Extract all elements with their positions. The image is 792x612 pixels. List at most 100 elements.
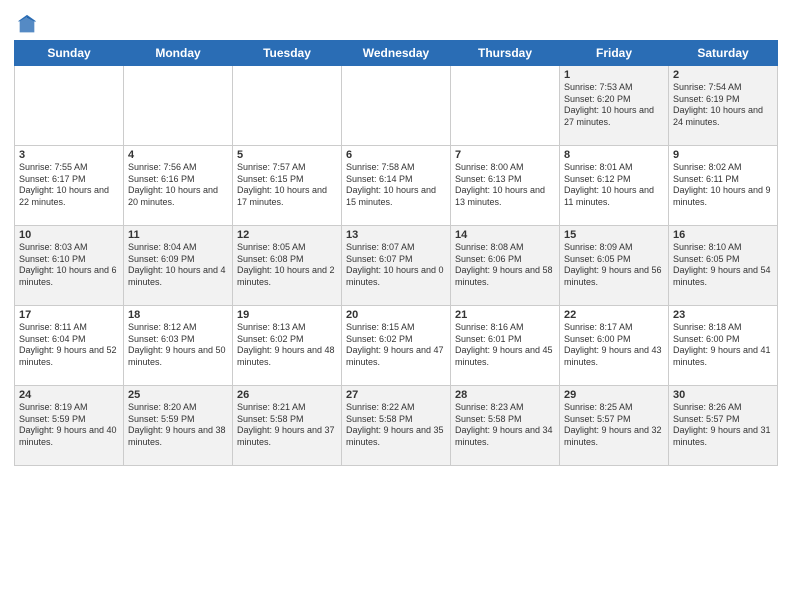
calendar-cell: 15Sunrise: 8:09 AMSunset: 6:05 PMDayligh…: [560, 226, 669, 306]
cell-info: Daylight: 10 hours and 15 minutes.: [346, 185, 446, 208]
day-number: 10: [19, 229, 119, 241]
calendar-cell: [451, 66, 560, 146]
cell-info: Sunrise: 7:55 AM: [19, 162, 119, 174]
cell-info: Daylight: 10 hours and 17 minutes.: [237, 185, 337, 208]
day-number: 20: [346, 309, 446, 321]
cell-info: Sunset: 6:06 PM: [455, 254, 555, 266]
cell-info: Daylight: 10 hours and 22 minutes.: [19, 185, 119, 208]
day-header: Thursday: [451, 41, 560, 66]
header: [14, 10, 778, 36]
cell-info: Sunrise: 7:56 AM: [128, 162, 228, 174]
cell-info: Daylight: 10 hours and 0 minutes.: [346, 265, 446, 288]
day-number: 7: [455, 149, 555, 161]
cell-info: Sunset: 6:00 PM: [673, 334, 773, 346]
cell-info: Sunset: 5:57 PM: [673, 414, 773, 426]
cell-info: Sunset: 5:58 PM: [346, 414, 446, 426]
cell-info: Daylight: 10 hours and 20 minutes.: [128, 185, 228, 208]
calendar-cell: 25Sunrise: 8:20 AMSunset: 5:59 PMDayligh…: [124, 386, 233, 466]
cell-info: Daylight: 10 hours and 13 minutes.: [455, 185, 555, 208]
calendar-cell: 8Sunrise: 8:01 AMSunset: 6:12 PMDaylight…: [560, 146, 669, 226]
cell-info: Daylight: 10 hours and 11 minutes.: [564, 185, 664, 208]
day-header: Friday: [560, 41, 669, 66]
calendar-cell: [124, 66, 233, 146]
cell-info: Sunset: 6:04 PM: [19, 334, 119, 346]
day-number: 15: [564, 229, 664, 241]
cell-info: Daylight: 9 hours and 34 minutes.: [455, 425, 555, 448]
calendar-cell: 13Sunrise: 8:07 AMSunset: 6:07 PMDayligh…: [342, 226, 451, 306]
calendar-cell: 27Sunrise: 8:22 AMSunset: 5:58 PMDayligh…: [342, 386, 451, 466]
day-number: 8: [564, 149, 664, 161]
calendar-cell: 16Sunrise: 8:10 AMSunset: 6:05 PMDayligh…: [669, 226, 778, 306]
cell-info: Sunrise: 7:53 AM: [564, 82, 664, 94]
cell-info: Sunrise: 8:22 AM: [346, 402, 446, 414]
cell-info: Daylight: 9 hours and 43 minutes.: [564, 345, 664, 368]
cell-info: Sunrise: 8:16 AM: [455, 322, 555, 334]
calendar-cell: 7Sunrise: 8:00 AMSunset: 6:13 PMDaylight…: [451, 146, 560, 226]
page-container: SundayMondayTuesdayWednesdayThursdayFrid…: [0, 0, 792, 476]
cell-info: Sunset: 6:13 PM: [455, 174, 555, 186]
day-number: 26: [237, 389, 337, 401]
cell-info: Sunrise: 8:02 AM: [673, 162, 773, 174]
calendar-week-row: 3Sunrise: 7:55 AMSunset: 6:17 PMDaylight…: [15, 146, 778, 226]
calendar-cell: 4Sunrise: 7:56 AMSunset: 6:16 PMDaylight…: [124, 146, 233, 226]
cell-info: Sunset: 6:16 PM: [128, 174, 228, 186]
cell-info: Sunrise: 8:21 AM: [237, 402, 337, 414]
cell-info: Daylight: 9 hours and 31 minutes.: [673, 425, 773, 448]
cell-info: Daylight: 9 hours and 41 minutes.: [673, 345, 773, 368]
calendar-cell: [15, 66, 124, 146]
cell-info: Sunrise: 8:08 AM: [455, 242, 555, 254]
calendar-cell: 3Sunrise: 7:55 AMSunset: 6:17 PMDaylight…: [15, 146, 124, 226]
calendar-table: SundayMondayTuesdayWednesdayThursdayFrid…: [14, 40, 778, 466]
cell-info: Daylight: 9 hours and 40 minutes.: [19, 425, 119, 448]
cell-info: Sunrise: 8:11 AM: [19, 322, 119, 334]
cell-info: Sunrise: 8:26 AM: [673, 402, 773, 414]
cell-info: Daylight: 10 hours and 9 minutes.: [673, 185, 773, 208]
calendar-cell: 17Sunrise: 8:11 AMSunset: 6:04 PMDayligh…: [15, 306, 124, 386]
cell-info: Daylight: 9 hours and 35 minutes.: [346, 425, 446, 448]
cell-info: Sunset: 6:07 PM: [346, 254, 446, 266]
cell-info: Sunset: 6:14 PM: [346, 174, 446, 186]
calendar-week-row: 10Sunrise: 8:03 AMSunset: 6:10 PMDayligh…: [15, 226, 778, 306]
calendar-week-row: 1Sunrise: 7:53 AMSunset: 6:20 PMDaylight…: [15, 66, 778, 146]
day-number: 25: [128, 389, 228, 401]
cell-info: Sunset: 6:02 PM: [346, 334, 446, 346]
cell-info: Daylight: 9 hours and 58 minutes.: [455, 265, 555, 288]
day-number: 1: [564, 69, 664, 81]
calendar-week-row: 17Sunrise: 8:11 AMSunset: 6:04 PMDayligh…: [15, 306, 778, 386]
cell-info: Sunset: 6:17 PM: [19, 174, 119, 186]
cell-info: Sunrise: 8:13 AM: [237, 322, 337, 334]
cell-info: Daylight: 9 hours and 52 minutes.: [19, 345, 119, 368]
cell-info: Sunset: 6:10 PM: [19, 254, 119, 266]
cell-info: Sunrise: 8:01 AM: [564, 162, 664, 174]
calendar-cell: 20Sunrise: 8:15 AMSunset: 6:02 PMDayligh…: [342, 306, 451, 386]
cell-info: Daylight: 9 hours and 38 minutes.: [128, 425, 228, 448]
cell-info: Sunrise: 8:10 AM: [673, 242, 773, 254]
cell-info: Sunrise: 8:19 AM: [19, 402, 119, 414]
cell-info: Sunrise: 8:20 AM: [128, 402, 228, 414]
cell-info: Daylight: 9 hours and 47 minutes.: [346, 345, 446, 368]
cell-info: Sunrise: 8:03 AM: [19, 242, 119, 254]
cell-info: Sunrise: 8:00 AM: [455, 162, 555, 174]
cell-info: Sunset: 6:02 PM: [237, 334, 337, 346]
day-number: 19: [237, 309, 337, 321]
day-number: 13: [346, 229, 446, 241]
calendar-cell: 2Sunrise: 7:54 AMSunset: 6:19 PMDaylight…: [669, 66, 778, 146]
day-number: 27: [346, 389, 446, 401]
calendar-cell: 11Sunrise: 8:04 AMSunset: 6:09 PMDayligh…: [124, 226, 233, 306]
cell-info: Daylight: 9 hours and 56 minutes.: [564, 265, 664, 288]
cell-info: Daylight: 10 hours and 6 minutes.: [19, 265, 119, 288]
cell-info: Sunset: 5:58 PM: [237, 414, 337, 426]
cell-info: Sunset: 6:01 PM: [455, 334, 555, 346]
cell-info: Sunrise: 8:25 AM: [564, 402, 664, 414]
day-header: Wednesday: [342, 41, 451, 66]
cell-info: Sunset: 5:59 PM: [19, 414, 119, 426]
day-number: 29: [564, 389, 664, 401]
cell-info: Sunset: 6:05 PM: [564, 254, 664, 266]
cell-info: Sunset: 5:58 PM: [455, 414, 555, 426]
logo-icon: [16, 14, 38, 36]
cell-info: Daylight: 9 hours and 54 minutes.: [673, 265, 773, 288]
cell-info: Sunset: 6:03 PM: [128, 334, 228, 346]
cell-info: Sunset: 6:15 PM: [237, 174, 337, 186]
day-number: 23: [673, 309, 773, 321]
cell-info: Sunset: 6:20 PM: [564, 94, 664, 106]
